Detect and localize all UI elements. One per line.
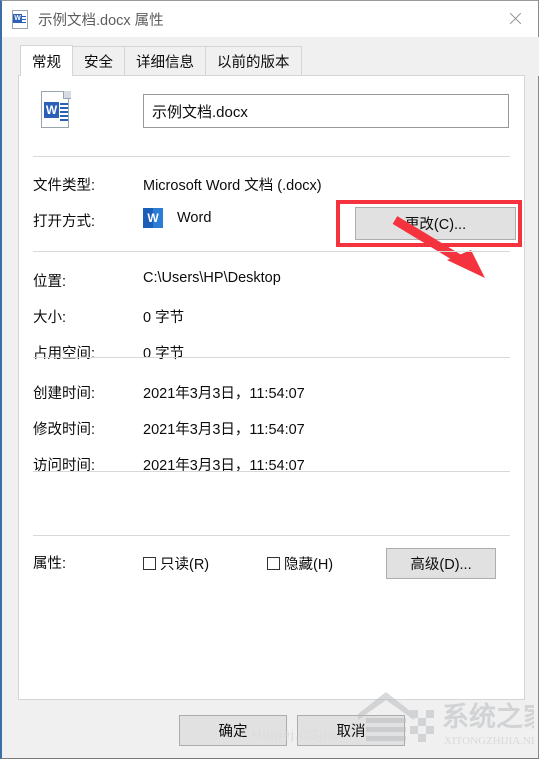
word-document-icon-large: W [35,91,71,135]
filename-input[interactable] [143,94,509,128]
separator [33,251,510,252]
tab-strip: 常规 安全 详细信息 以前的版本 [4,37,539,76]
close-icon [508,11,523,26]
row-modified-time: 修改时间: 2021年3月3日，11:54:07 [19,418,524,440]
checkbox-box [143,557,156,570]
file-type-value: Microsoft Word 文档 (.docx) [143,178,322,194]
row-file-type: 文件类型: Microsoft Word 文档 (.docx) [19,174,524,196]
readonly-checkbox[interactable]: 只读(R) [143,553,209,574]
close-button[interactable] [492,1,538,36]
cancel-button[interactable]: 取消 [297,715,405,746]
title-bar: W 示例文档.docx 属性 [2,1,538,37]
checkbox-box [267,557,280,570]
hidden-checkbox[interactable]: 隐藏(H) [267,553,333,574]
tab-general[interactable]: 常规 [20,45,73,76]
created-value: 2021年3月3日，11:54:07 [143,386,305,402]
size-value: 0 字节 [143,310,185,326]
separator [33,535,510,536]
open-with-app-name: Word [177,210,212,226]
window-title: 示例文档.docx 属性 [38,12,164,29]
hidden-label: 隐藏(H) [284,557,334,573]
location-value: C:\Users\HP\Desktop [143,270,281,286]
size-label: 大小: [33,310,67,326]
separator [33,471,510,472]
advanced-button[interactable]: 高级(D)... [386,548,496,579]
change-button[interactable]: 更改(C)... [355,207,516,240]
location-label: 位置: [33,274,67,290]
size-on-disk-value: 0 字节 [143,346,185,362]
open-with-app: W Word [143,207,211,229]
row-size: 大小: 0 字节 [19,306,524,328]
tab-list: 常规 安全 详细信息 以前的版本 [20,45,302,76]
row-location: 位置: C:\Users\HP\Desktop [19,270,524,292]
ok-button[interactable]: 确定 [179,715,287,746]
readonly-label: 只读(R) [160,557,210,573]
modified-value: 2021年3月3日，11:54:07 [143,422,305,438]
row-size-on-disk: 占用空间: 0 字节 [19,342,524,364]
separator [33,357,510,358]
separator [33,156,510,157]
word-document-icon: W [12,9,29,29]
tab-security[interactable]: 安全 [72,46,125,76]
attributes-label: 属性: [33,556,67,572]
file-header-row: W [19,86,524,144]
row-accessed-time: 访问时间: 2021年3月3日，11:54:07 [19,454,524,476]
size-on-disk-label: 占用空间: [33,346,96,362]
general-tab-panel: W 文件类型: Microsoft Word 文档 (.docx) 打开方式: … [18,75,525,700]
tab-previous-versions[interactable]: 以前的版本 [205,46,302,76]
watermark-text-cn: 系统之家 [442,701,534,732]
row-created-time: 创建时间: 2021年3月3日，11:54:07 [19,382,524,404]
watermark-text-en: XITONGZHIJIA.NET [444,735,534,747]
word-app-icon: W [143,207,165,229]
properties-dialog: W 示例文档.docx 属性 常规 安全 详细信息 以前的版本 W 示例文档.d… [0,0,539,759]
tab-details[interactable]: 详细信息 [124,46,206,76]
created-label: 创建时间: [33,386,96,402]
open-with-label: 打开方式: [33,214,96,230]
row-attributes: 属性: 只读(R) 隐藏(H) 高级(D)... [19,548,524,579]
file-type-label: 文件类型: [33,178,96,194]
modified-label: 修改时间: [33,422,96,438]
